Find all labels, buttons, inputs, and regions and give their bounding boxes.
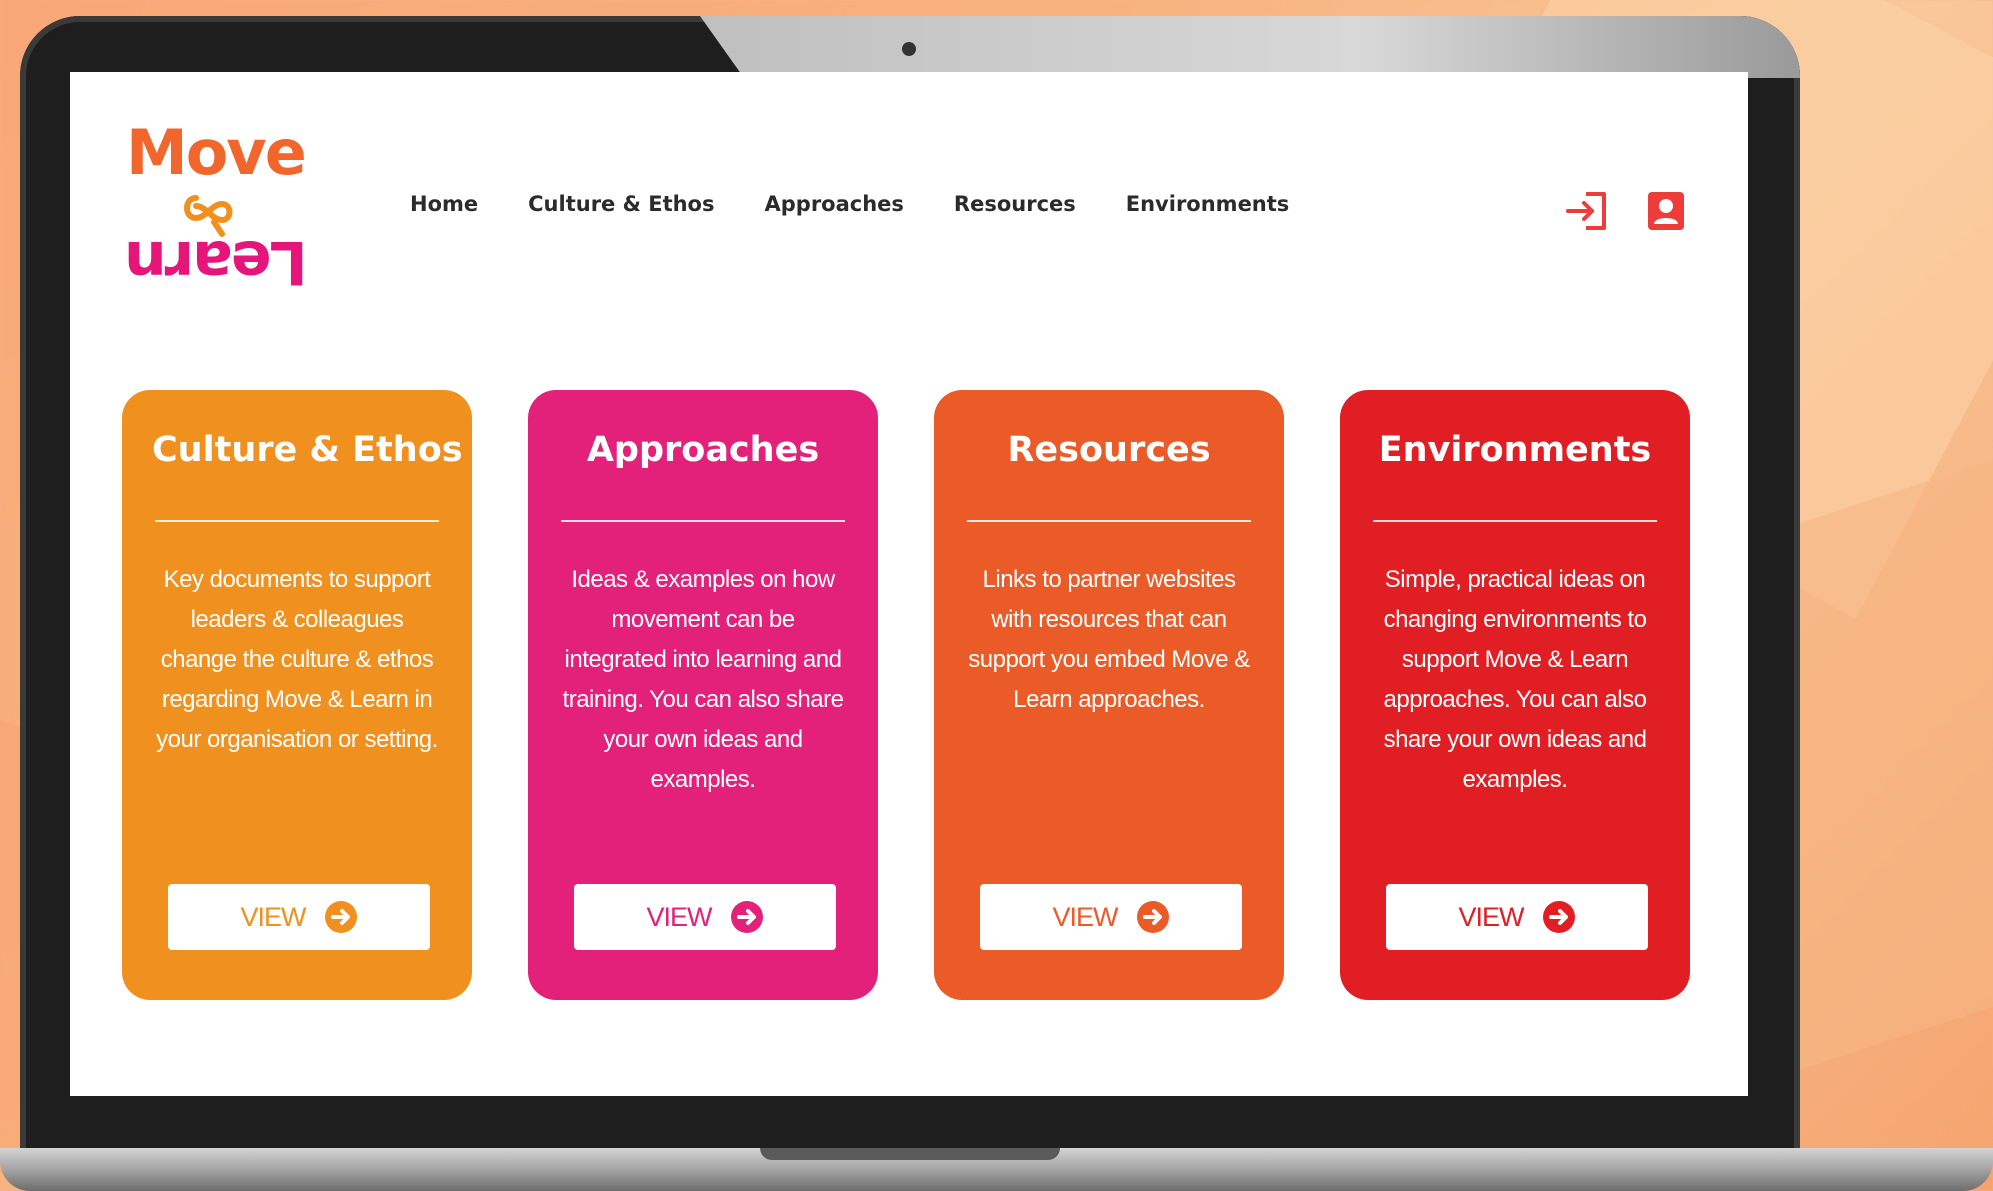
- card-divider: [155, 520, 439, 522]
- card-culture-ethos: Culture & Ethos Key documents to support…: [122, 390, 472, 1000]
- nav-item-environments[interactable]: Environments: [1126, 192, 1290, 216]
- arrow-right-circle-icon: [1136, 901, 1169, 933]
- nav-item-home[interactable]: Home: [410, 192, 478, 216]
- login-icon[interactable]: [1564, 190, 1610, 232]
- main-nav: Home Culture & Ethos Approaches Resource…: [410, 192, 1339, 216]
- laptop-lid-sheen: [700, 16, 1800, 78]
- card-title: Culture & Ethos: [152, 430, 463, 470]
- logo-word-learn: Learn: [126, 227, 308, 297]
- view-resources-button[interactable]: VIEW: [980, 884, 1242, 950]
- view-button-label: VIEW: [646, 901, 712, 932]
- laptop-base-notch: [760, 1148, 1060, 1160]
- card-description: Key documents to support leaders & colle…: [156, 566, 438, 753]
- section-cards: Culture & Ethos Key documents to support…: [122, 390, 1690, 1000]
- view-approaches-button[interactable]: VIEW: [574, 884, 836, 950]
- laptop-screen: Move Learn Home Culture & Ethos Approach…: [70, 72, 1748, 1096]
- card-title: Resources: [1007, 430, 1211, 470]
- nav-item-culture-ethos[interactable]: Culture & Ethos: [528, 192, 714, 216]
- nav-item-approaches[interactable]: Approaches: [765, 192, 904, 216]
- card-environments: Environments Simple, practical ideas on …: [1340, 390, 1690, 1000]
- view-button-label: VIEW: [1052, 901, 1118, 932]
- view-culture-ethos-button[interactable]: VIEW: [168, 884, 430, 950]
- card-description: Ideas & examples on how movement can be …: [562, 566, 844, 793]
- view-button-label: VIEW: [1458, 901, 1524, 932]
- webcam-icon: [902, 42, 916, 56]
- card-title: Approaches: [586, 430, 820, 470]
- arrow-right-circle-icon: [1542, 901, 1575, 933]
- nav-item-resources[interactable]: Resources: [954, 192, 1076, 216]
- site-logo[interactable]: Move Learn: [126, 122, 316, 302]
- card-divider: [1373, 520, 1657, 522]
- card-description: Links to partner websites with resources…: [968, 566, 1250, 713]
- user-account-icon[interactable]: [1642, 190, 1688, 232]
- card-title: Environments: [1378, 430, 1652, 470]
- logo-word-move: Move: [126, 116, 307, 189]
- view-environments-button[interactable]: VIEW: [1386, 884, 1648, 950]
- card-description: Simple, practical ideas on changing envi…: [1383, 566, 1647, 793]
- view-button-label: VIEW: [240, 901, 306, 932]
- header-actions: [1564, 190, 1688, 232]
- arrow-right-circle-icon: [324, 901, 357, 933]
- card-divider: [967, 520, 1251, 522]
- arrow-right-circle-icon: [730, 901, 763, 933]
- card-resources: Resources Links to partner websites with…: [934, 390, 1284, 1000]
- card-divider: [561, 520, 845, 522]
- card-approaches: Approaches Ideas & examples on how movem…: [528, 390, 878, 1000]
